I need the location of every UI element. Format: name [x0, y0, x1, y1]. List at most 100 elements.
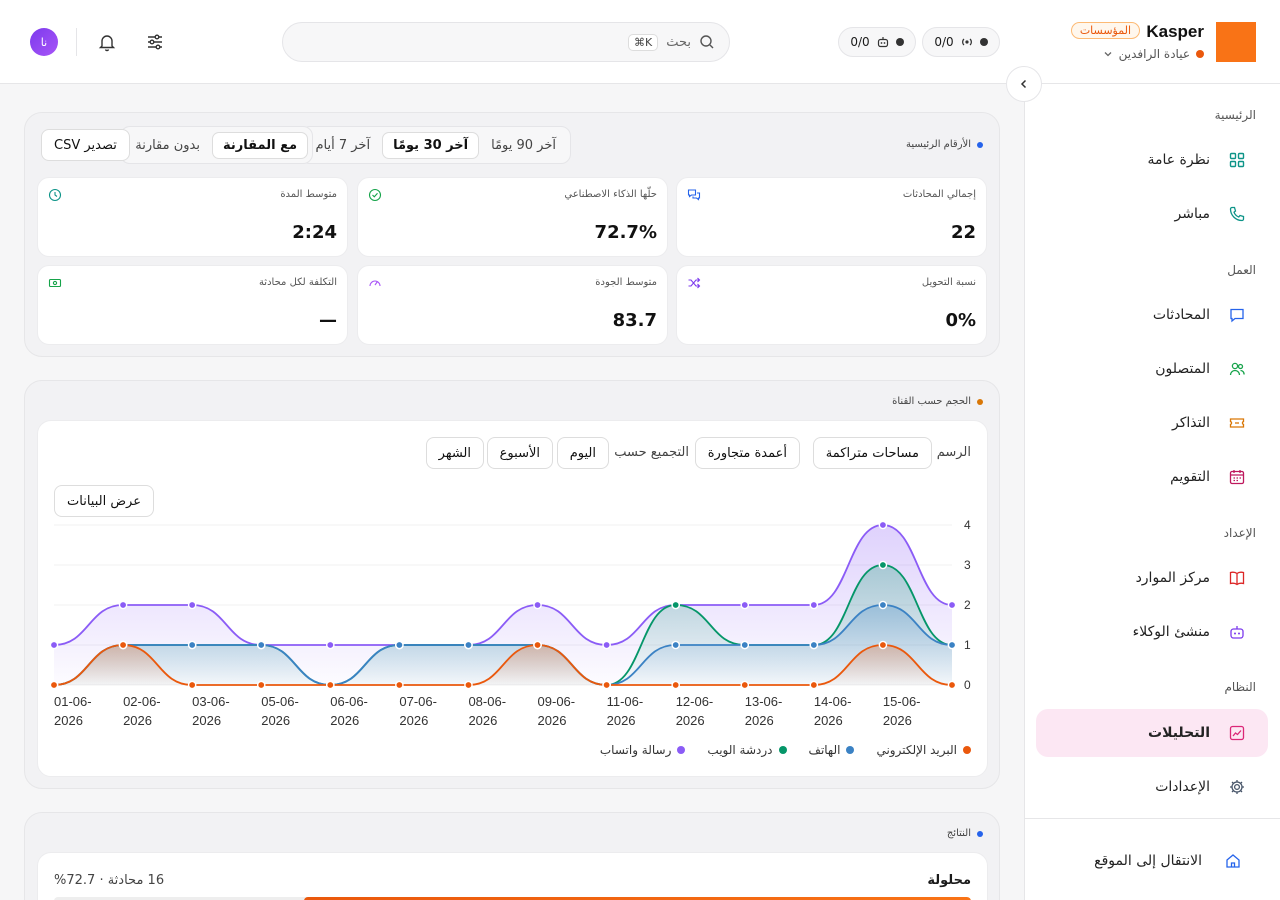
- sidebar-item-label: منشئ الوكلاء: [1132, 624, 1210, 640]
- clock-icon: [48, 188, 62, 202]
- sidebar-item-label: التحليلات: [1148, 725, 1210, 741]
- panel-title: الحجم حسب القناة: [892, 396, 983, 407]
- sidebar-footer: الانتقال إلى الموقع: [1024, 818, 1280, 869]
- stat-card-ai-resolved: حلّها الذكاء الاصطناعي 72.7%: [357, 177, 668, 257]
- x-tick-label: 05-06-: [261, 694, 299, 709]
- broadcast-chip[interactable]: 0/0: [922, 27, 1000, 57]
- avatar[interactable]: نا: [30, 28, 58, 56]
- bot-icon: [877, 37, 888, 48]
- panel-title-text: النتائج: [946, 828, 971, 839]
- sidebar-item-analytics[interactable]: التحليلات: [1036, 709, 1268, 757]
- sidebar-item-label: مباشر: [1174, 206, 1210, 222]
- sidebar-item-agent-builder[interactable]: منشئ الوكلاء: [1036, 608, 1268, 656]
- sidebar-item-resources[interactable]: مركز الموارد: [1036, 554, 1268, 602]
- sidebar-item-tickets[interactable]: التذاكر: [1036, 399, 1268, 447]
- data-point: [49, 640, 59, 650]
- stat-label: متوسط المدة: [280, 189, 337, 200]
- data-point: [187, 680, 197, 690]
- stacked-area-button[interactable]: مساحات متراكمة: [812, 437, 932, 469]
- x-tick-label: 13-06-: [745, 694, 783, 709]
- export-csv-button[interactable]: تصدير CSV: [41, 129, 130, 161]
- sidebar-item-calendar[interactable]: التقويم: [1036, 453, 1268, 501]
- sliders-icon: [148, 34, 162, 50]
- sidebar-item-contacts[interactable]: المتصلون: [1036, 345, 1268, 393]
- group-day-button[interactable]: اليوم: [556, 437, 609, 469]
- stat-value: —: [319, 310, 337, 331]
- x-tick-label: 2026: [192, 713, 221, 728]
- sidebar-item-overview[interactable]: نظرة عامة: [1036, 136, 1268, 184]
- legend-swatch: [677, 746, 686, 754]
- title-dot: [977, 830, 983, 837]
- x-tick-label: 07-06-: [399, 694, 437, 709]
- grouping-label: التجميع حسب: [614, 445, 689, 460]
- sidebar-item-settings[interactable]: الإعدادات: [1036, 763, 1268, 811]
- grid-icon: [1229, 152, 1245, 168]
- bell-icon: [98, 35, 116, 52]
- filters-button[interactable]: [143, 30, 167, 54]
- group-week-button[interactable]: الأسبوع: [486, 437, 553, 469]
- range-selector: آخر 90 يومًا آخر 30 يومًا آخر 7 أيام: [300, 126, 571, 164]
- legend-item[interactable]: رسالة واتساب: [600, 743, 686, 757]
- search-input[interactable]: بحث: [666, 35, 691, 50]
- legend-item[interactable]: دردشة الويب: [707, 743, 787, 757]
- chevron-left-icon: [1020, 79, 1027, 89]
- y-tick-label: 3: [964, 558, 971, 572]
- x-tick-label: 2026: [468, 713, 497, 728]
- grouped-bars-button[interactable]: أعمدة متجاورة: [694, 437, 800, 469]
- legend-swatch: [778, 746, 787, 754]
- range-30d[interactable]: آخر 30 يومًا: [382, 131, 480, 159]
- data-point: [395, 680, 404, 690]
- data-point: [533, 600, 542, 610]
- show-data-button[interactable]: عرض البيانات: [54, 485, 154, 517]
- sidebar-item-live[interactable]: مباشر: [1036, 190, 1268, 238]
- data-point: [187, 640, 197, 650]
- data-point: [947, 680, 957, 690]
- x-tick-label: 2026: [54, 713, 83, 728]
- gear-icon: [1230, 780, 1244, 794]
- legend-item[interactable]: الهاتف: [809, 743, 855, 757]
- x-tick-label: 2026: [607, 713, 636, 728]
- notifications-button[interactable]: [95, 30, 119, 54]
- data-point: [118, 600, 128, 610]
- sidebar-item-label: نظرة عامة: [1147, 152, 1210, 168]
- sidebar-collapse-button[interactable]: [1006, 66, 1042, 102]
- title-dot: [977, 398, 983, 405]
- stat-value: 72.7%: [594, 222, 657, 243]
- phone-icon: [1229, 206, 1245, 222]
- bot-count: 0/0: [850, 35, 870, 49]
- bot-chip[interactable]: 0/0: [838, 27, 916, 57]
- divider: [76, 28, 77, 56]
- search-bar[interactable]: بحث ⌘K: [282, 22, 730, 62]
- compare-on-button[interactable]: مع المقارنة: [212, 131, 308, 159]
- stat-value: 22: [950, 222, 976, 243]
- legend-item[interactable]: البريد الإلكتروني: [876, 743, 971, 757]
- compare-off-button[interactable]: بدون مقارنة: [125, 133, 210, 158]
- volume-panel: الحجم حسب القناة الرسم مساحات متراكمة أع…: [24, 380, 1000, 789]
- x-tick-label: 06-06-: [330, 694, 368, 709]
- users-icon: [1229, 362, 1245, 376]
- legend-swatch: [846, 746, 855, 754]
- x-tick-label: 2026: [261, 713, 290, 728]
- gauge-icon: [369, 280, 381, 287]
- legend-swatch: [963, 746, 971, 754]
- brand-logo[interactable]: [1216, 22, 1256, 62]
- range-7d[interactable]: آخر 7 أيام: [305, 133, 380, 158]
- sidebar-item-conversations[interactable]: المحادثات: [1036, 291, 1268, 339]
- chart-card: الرسم مساحات متراكمة أعمدة متجاورة التجم…: [37, 420, 988, 777]
- money-icon: [48, 278, 62, 288]
- workspace-switcher[interactable]: عيادة الرافدين: [1103, 47, 1204, 61]
- chart-icon: [1229, 725, 1245, 741]
- search-icon: [700, 35, 714, 49]
- data-point: [187, 600, 197, 610]
- stat-card-transfer-rate: نسبة التحويل 0%: [676, 265, 987, 345]
- group-month-button[interactable]: الشهر: [425, 437, 484, 469]
- data-point: [878, 520, 888, 530]
- data-point: [326, 680, 335, 690]
- go-to-site-link[interactable]: الانتقال إلى الموقع: [1036, 837, 1268, 885]
- range-90d[interactable]: آخر 90 يومًا: [481, 133, 566, 158]
- data-point: [809, 600, 819, 610]
- x-tick-label: 15-06-: [883, 694, 921, 709]
- result-label: محلولة: [927, 873, 971, 888]
- stat-card-total-conversations: إجمالي المحادثات 22: [676, 177, 987, 257]
- broadcast-count: 0/0: [934, 35, 954, 49]
